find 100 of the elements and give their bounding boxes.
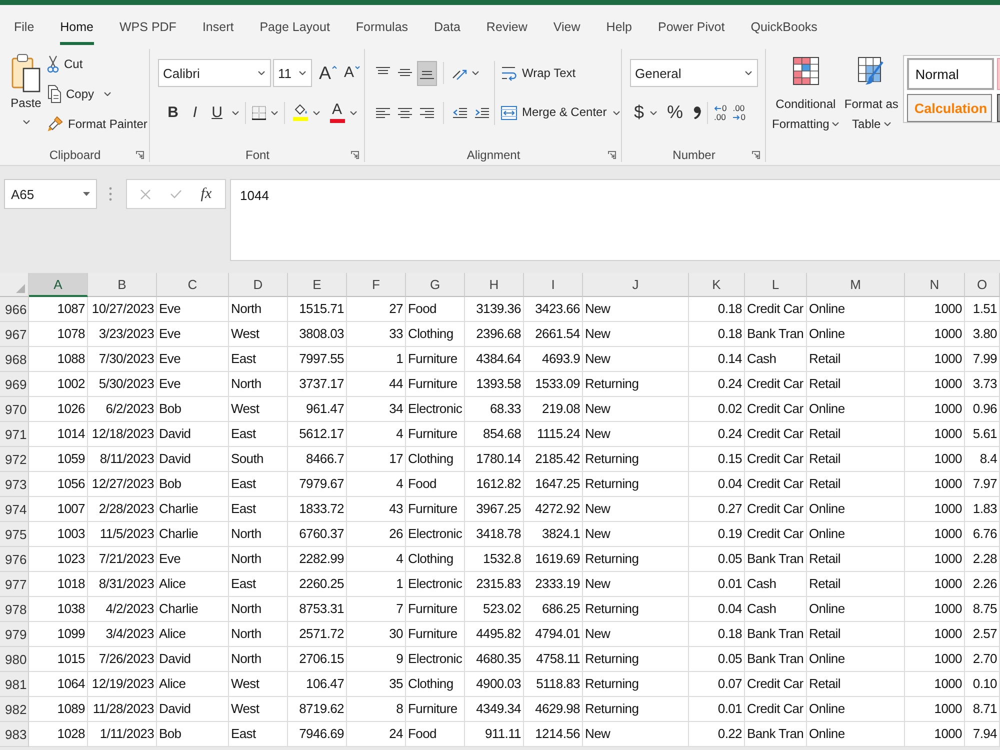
dialog-launcher-icon[interactable] — [752, 151, 760, 159]
cell-style-tile[interactable]: Normal — [907, 58, 994, 90]
table-cell: Online — [807, 722, 905, 747]
table-cell: 1000 — [905, 547, 965, 572]
font-color-button[interactable]: A — [328, 102, 346, 123]
ribbon-tab[interactable]: QuickBooks — [750, 12, 818, 45]
bold-button[interactable]: B — [166, 105, 180, 120]
table-cell: 7 — [347, 597, 406, 622]
column-header[interactable]: O — [965, 273, 1000, 297]
column-header[interactable]: K — [689, 273, 745, 297]
column-header[interactable]: G — [406, 273, 465, 297]
table-cell: 34 — [347, 397, 406, 422]
format-as-table-button[interactable]: Format as Table — [844, 49, 898, 145]
grow-font-button[interactable]: A — [319, 63, 338, 83]
column-header[interactable]: D — [229, 273, 288, 297]
column-header[interactable]: H — [465, 273, 524, 297]
currency-button[interactable]: $ — [634, 105, 644, 120]
row-header[interactable]: 976 — [0, 547, 29, 572]
row-header[interactable]: 966 — [0, 297, 29, 322]
dialog-launcher-icon[interactable] — [608, 151, 616, 159]
row-header[interactable]: 981 — [0, 672, 29, 697]
number-format-dropdown[interactable]: General — [630, 59, 758, 87]
column-header[interactable]: F — [347, 273, 406, 297]
ribbon-tab[interactable]: Insert — [202, 12, 234, 45]
caret-icon[interactable] — [232, 110, 239, 114]
formula-input[interactable]: 1044 — [230, 179, 1000, 261]
insert-function-button[interactable]: fx — [200, 186, 212, 202]
row-header[interactable]: 982 — [0, 697, 29, 722]
row-header[interactable]: 979 — [0, 622, 29, 647]
dialog-launcher-icon[interactable] — [351, 151, 359, 159]
ribbon-tab[interactable]: Page Layout — [260, 12, 330, 45]
row-header[interactable]: 980 — [0, 647, 29, 672]
ribbon-tab[interactable]: WPS PDF — [120, 12, 176, 45]
row-header[interactable]: 973 — [0, 472, 29, 497]
ribbon-tab[interactable]: Power Pivot — [658, 12, 725, 45]
ribbon-tab[interactable]: File — [14, 12, 34, 45]
column-header[interactable]: I — [524, 273, 583, 297]
decrease-decimal-button[interactable]: .00 0 — [732, 104, 746, 122]
table-cell: 24 — [347, 722, 406, 747]
row-header[interactable]: 972 — [0, 447, 29, 472]
cell-style-tile[interactable] — [997, 94, 1000, 122]
font-size-dropdown[interactable]: 11 — [273, 59, 312, 87]
merge-center-button[interactable]: Merge & Center — [501, 105, 607, 120]
row-header[interactable]: 974 — [0, 497, 29, 522]
font-name-dropdown[interactable]: Calibri — [158, 59, 271, 87]
table-cell: Credit Car — [745, 697, 807, 722]
conditional-formatting-button[interactable]: Conditional Formatting — [772, 49, 840, 145]
row-header[interactable]: 967 — [0, 322, 29, 347]
table-cell: 3808.03 — [288, 322, 347, 347]
ribbon-tab[interactable]: View — [553, 12, 580, 45]
row-header[interactable]: 970 — [0, 397, 29, 422]
percent-button[interactable]: % — [667, 105, 684, 120]
column-header[interactable]: M — [807, 273, 905, 297]
paste-button[interactable]: Paste — [6, 49, 46, 145]
table-cell: East — [229, 472, 288, 497]
format-painter-button[interactable]: Format Painter — [47, 109, 148, 139]
row-header[interactable]: 977 — [0, 572, 29, 597]
copy-button[interactable]: Copy — [47, 85, 94, 103]
increase-decimal-button[interactable]: 0 .00 — [714, 104, 727, 122]
caret-icon[interactable] — [313, 110, 320, 114]
row-header[interactable]: 968 — [0, 347, 29, 372]
caret-icon[interactable] — [472, 71, 479, 75]
table-cell: Clothing — [406, 547, 465, 572]
ribbon-tab[interactable]: Formulas — [356, 12, 408, 45]
borders-button[interactable] — [252, 106, 266, 120]
ribbon-tab[interactable]: Review — [486, 12, 528, 45]
column-header[interactable]: C — [157, 273, 229, 297]
underline-button[interactable]: U — [210, 105, 224, 120]
caret-icon[interactable] — [104, 92, 112, 96]
row-header[interactable]: 971 — [0, 422, 29, 447]
row-header[interactable]: 978 — [0, 597, 29, 622]
row-header[interactable]: 975 — [0, 522, 29, 547]
dialog-launcher-icon[interactable] — [136, 151, 144, 159]
row-header[interactable]: 969 — [0, 372, 29, 397]
fill-color-button[interactable] — [291, 104, 309, 121]
cut-button[interactable]: Cut — [47, 49, 148, 79]
ribbon-tab[interactable]: Help — [606, 12, 632, 45]
caret-icon[interactable] — [350, 110, 357, 114]
comma-style-button[interactable] — [693, 106, 702, 119]
table-cell: Returning — [583, 597, 689, 622]
name-box[interactable]: A65 — [4, 179, 97, 209]
caret-icon[interactable] — [650, 110, 658, 114]
ribbon-tab[interactable]: Data — [434, 12, 460, 45]
italic-button[interactable]: I — [188, 105, 202, 120]
align-bottom-button[interactable] — [417, 60, 437, 86]
shrink-font-button[interactable]: A — [344, 63, 360, 83]
column-header[interactable]: J — [583, 273, 689, 297]
column-header[interactable]: N — [905, 273, 965, 297]
table-cell: 1833.72 — [288, 497, 347, 522]
table-cell: 0.18 — [689, 297, 745, 322]
cell-style-tile[interactable] — [997, 58, 1000, 90]
column-header[interactable]: B — [88, 273, 157, 297]
caret-icon[interactable] — [271, 110, 278, 114]
column-header[interactable]: E — [288, 273, 347, 297]
wrap-text-button[interactable]: Wrap Text — [501, 65, 576, 81]
column-header[interactable]: L — [745, 273, 807, 297]
column-header[interactable]: A — [29, 273, 88, 297]
caret-icon[interactable] — [612, 110, 620, 114]
row-header[interactable]: 983 — [0, 722, 29, 747]
table-cell: 523.02 — [465, 597, 524, 622]
